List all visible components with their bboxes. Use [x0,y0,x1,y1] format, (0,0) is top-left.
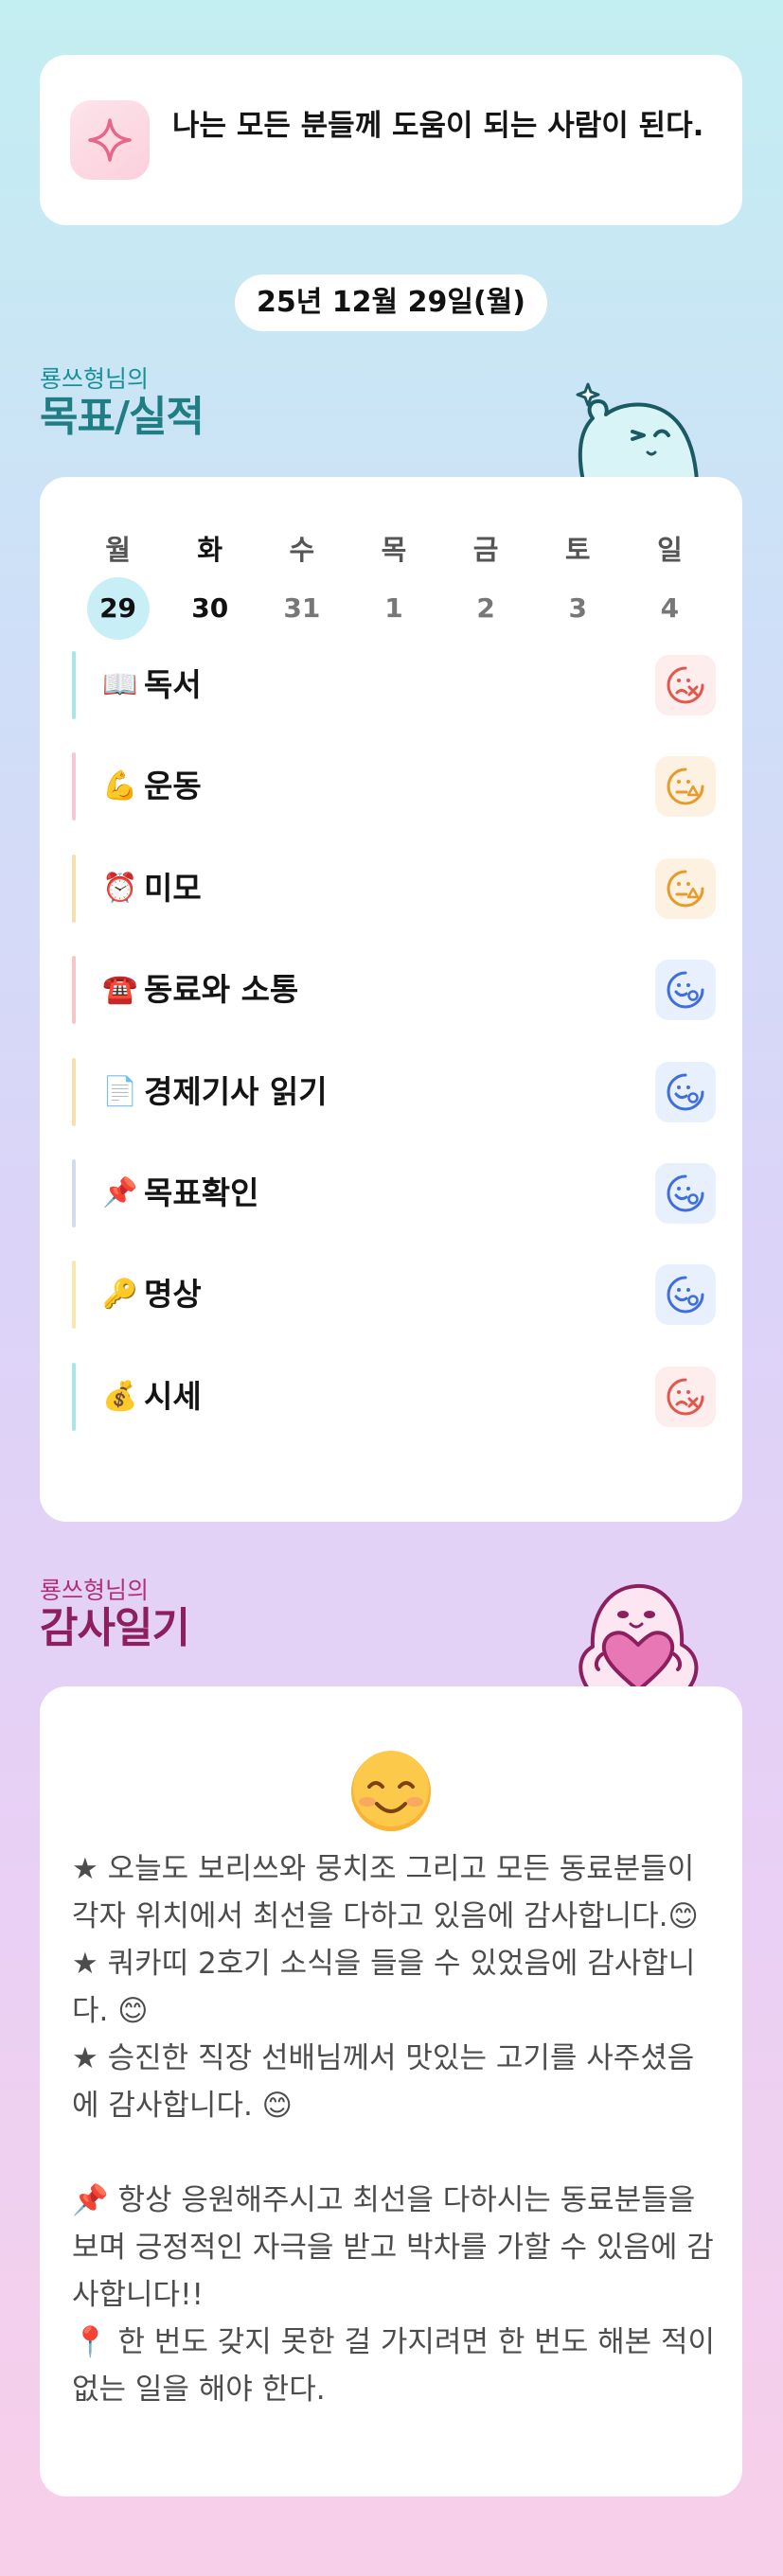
goal-label: 시세 [144,1377,202,1415]
neutral-face-triangle-icon[interactable] [655,756,716,818]
date-cell[interactable]: 4 [624,577,716,640]
date-number: 29 [99,592,137,624]
date-cell-selected[interactable]: 29 [72,577,164,640]
goal-row[interactable]: 📌 목표확인 [72,1159,716,1227]
date-cell[interactable]: 3 [532,577,624,640]
date-cell[interactable]: 1 [347,577,439,640]
date-cell[interactable]: 30 [164,577,256,640]
goal-emoji-icon: 💰 [102,1379,138,1413]
weekday-row: 월 화 수 목 금 토 일 [72,528,716,568]
goal-row[interactable]: 📖 독서 [72,651,716,719]
date-number: 1 [384,592,403,624]
gratitude-title: 감사일기 [40,1604,190,1652]
date-number: 2 [476,592,495,624]
gratitude-subtitle: 룡쓰형님의 [40,1577,150,1604]
gratitude-card: ★ 오늘도 보리쓰와 뭉치조 그리고 모든 동료분들이 각자 위치에서 최선을 … [40,1686,742,2497]
weekday-label: 월 [105,534,131,566]
weekday-label: 토 [564,534,591,566]
gratitude-section-title: 룡쓰형님의 감사일기 [40,1577,190,1652]
goals-section-title: 룡쓰형님의 목표/실적 [40,365,205,441]
goals-subtitle: 룡쓰형님의 [40,365,150,393]
goal-emoji-icon: ☎️ [102,973,138,1007]
goal-emoji-icon: 💪 [102,769,138,803]
goal-row[interactable]: 💰 시세 [72,1362,716,1431]
smile-face-circle-icon[interactable] [655,1163,716,1224]
date-selector[interactable]: 25년 12월 29일(월) [235,274,547,331]
date-cell[interactable]: 31 [256,577,347,640]
goal-color-bar [72,956,76,1025]
date-number: 31 [283,592,321,624]
smile-face-circle-icon[interactable] [655,1061,716,1122]
weekday-label: 금 [472,534,499,566]
pink-heart-mascot-icon [578,1583,699,1690]
goal-emoji-icon: ⏰ [102,871,138,905]
gratitude-body-text: ★ 오늘도 보리쓰와 뭉치조 그리고 모든 동료분들이 각자 위치에서 최선을 … [72,1852,716,2407]
goal-label: 목표확인 [144,1174,259,1211]
motto-text: 나는 모든 분들께 도움이 되는 사람이 된다. [172,109,704,143]
smiling-face-icon [351,1751,431,1831]
goal-emoji-icon: 📄 [102,1074,138,1108]
goal-emoji-icon: 📌 [102,1176,138,1209]
goal-row[interactable]: ⏰ 미모 [72,854,716,923]
date-number: 3 [568,592,588,624]
date-row: 29 30 31 1 2 3 4 [72,577,716,640]
sparkle-icon [70,100,150,180]
goal-color-bar [72,752,76,821]
date-cell[interactable]: 2 [440,577,532,640]
goal-color-bar [72,1362,76,1431]
sad-face-x-icon[interactable] [655,655,716,715]
smile-face-circle-icon[interactable] [655,1264,716,1326]
smile-face-circle-icon[interactable] [655,960,716,1021]
goal-label: 운동 [144,768,202,805]
goal-label: 명상 [144,1276,202,1314]
goal-emoji-icon: 🔑 [102,1278,138,1312]
mint-mascot-icon [576,382,699,481]
goal-color-bar [72,1159,76,1227]
weekday-label: 일 [657,534,683,566]
goal-row[interactable]: 💪 운동 [72,752,716,821]
goal-color-bar [72,1261,76,1330]
date-number: 30 [191,592,229,624]
goal-label: 동료와 소통 [144,971,299,1009]
goals-card: 월 화 수 목 금 토 일 29 30 31 1 2 3 4 📖 독서 💪 운동 ⏰ 미모… [40,477,742,1522]
motto-card: 나는 모든 분들께 도움이 되는 사람이 된다. [40,55,742,225]
weekday-label: 목 [381,534,407,566]
goals-title: 목표/실적 [40,393,205,441]
weekday-label: 화 [197,534,223,566]
sad-face-x-icon[interactable] [655,1366,716,1427]
goal-row[interactable]: ☎️ 동료와 소통 [72,956,716,1025]
goal-label: 경제기사 읽기 [144,1072,328,1110]
goal-label: 미모 [144,869,202,907]
goal-row[interactable]: 🔑 명상 [72,1261,716,1330]
goal-row[interactable]: 📄 경제기사 읽기 [72,1057,716,1126]
goal-color-bar [72,1057,76,1126]
date-number: 4 [660,592,680,624]
neutral-face-triangle-icon[interactable] [655,857,716,919]
weekday-label: 수 [289,534,315,566]
goal-color-bar [72,651,76,719]
goal-color-bar [72,854,76,923]
goal-emoji-icon: 📖 [102,668,138,701]
goal-label: 독서 [144,666,202,703]
